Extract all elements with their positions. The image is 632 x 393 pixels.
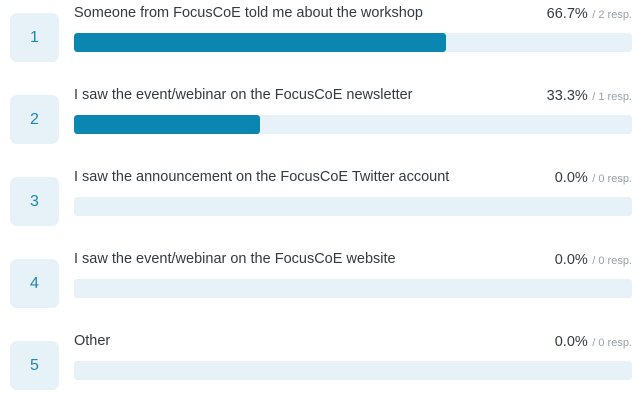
- response-chart: 1 Someone from FocusCoE told me about th…: [0, 0, 632, 390]
- answer-stats: 0.0% / 0 resp.: [555, 251, 632, 269]
- answer-percent: 0.0%: [554, 334, 588, 350]
- answer-response-count: / 0 resp.: [592, 337, 632, 349]
- answer-response-count: / 2 resp.: [592, 9, 632, 21]
- answer-stats: 0.0% / 0 resp.: [555, 169, 632, 187]
- answer-label: I saw the event/webinar on the FocusCoE …: [74, 251, 396, 267]
- answer-percent: 0.0%: [554, 170, 588, 186]
- answer-bar-track: [74, 361, 632, 380]
- answer-label: I saw the announcement on the FocusCoE T…: [74, 169, 450, 185]
- answer-row-1: 1 Someone from FocusCoE told me about th…: [0, 5, 632, 65]
- answer-bar-track: [74, 279, 632, 298]
- answer-number-badge: 5: [10, 341, 59, 390]
- answer-stats: 0.0% / 0 resp.: [555, 333, 632, 351]
- answer-row-3: 3 I saw the announcement on the FocusCoE…: [0, 169, 632, 229]
- answer-bar-track: [74, 197, 632, 216]
- answer-response-count: / 1 resp.: [592, 91, 632, 103]
- answer-percent: 33.3%: [546, 88, 588, 104]
- answer-response-count: / 0 resp.: [592, 173, 632, 185]
- answer-bar: [74, 33, 447, 52]
- answer-row-4: 4 I saw the event/webinar on the FocusCo…: [0, 251, 632, 311]
- answer-percent: 0.0%: [554, 252, 588, 268]
- answer-label: Other: [74, 333, 111, 349]
- answer-stats: 33.3% / 1 resp.: [547, 87, 632, 105]
- answer-number-badge: 3: [10, 177, 59, 226]
- answer-label: Someone from FocusCoE told me about the …: [74, 5, 423, 21]
- answer-stats: 66.7% / 2 resp.: [547, 5, 632, 23]
- answer-row-5: 5 Other 0.0% / 0 resp.: [0, 333, 632, 393]
- answer-label: I saw the event/webinar on the FocusCoE …: [74, 87, 413, 103]
- answer-bar: [74, 115, 260, 134]
- answer-percent: 66.7%: [546, 6, 588, 22]
- answer-response-count: / 0 resp.: [592, 255, 632, 267]
- answer-row-2: 2 I saw the event/webinar on the FocusCo…: [0, 87, 632, 147]
- answer-number-badge: 2: [10, 95, 59, 144]
- answer-bar-track: [74, 33, 632, 52]
- answer-bar-track: [74, 115, 632, 134]
- answer-number-badge: 1: [10, 13, 59, 62]
- answer-number-badge: 4: [10, 259, 59, 308]
